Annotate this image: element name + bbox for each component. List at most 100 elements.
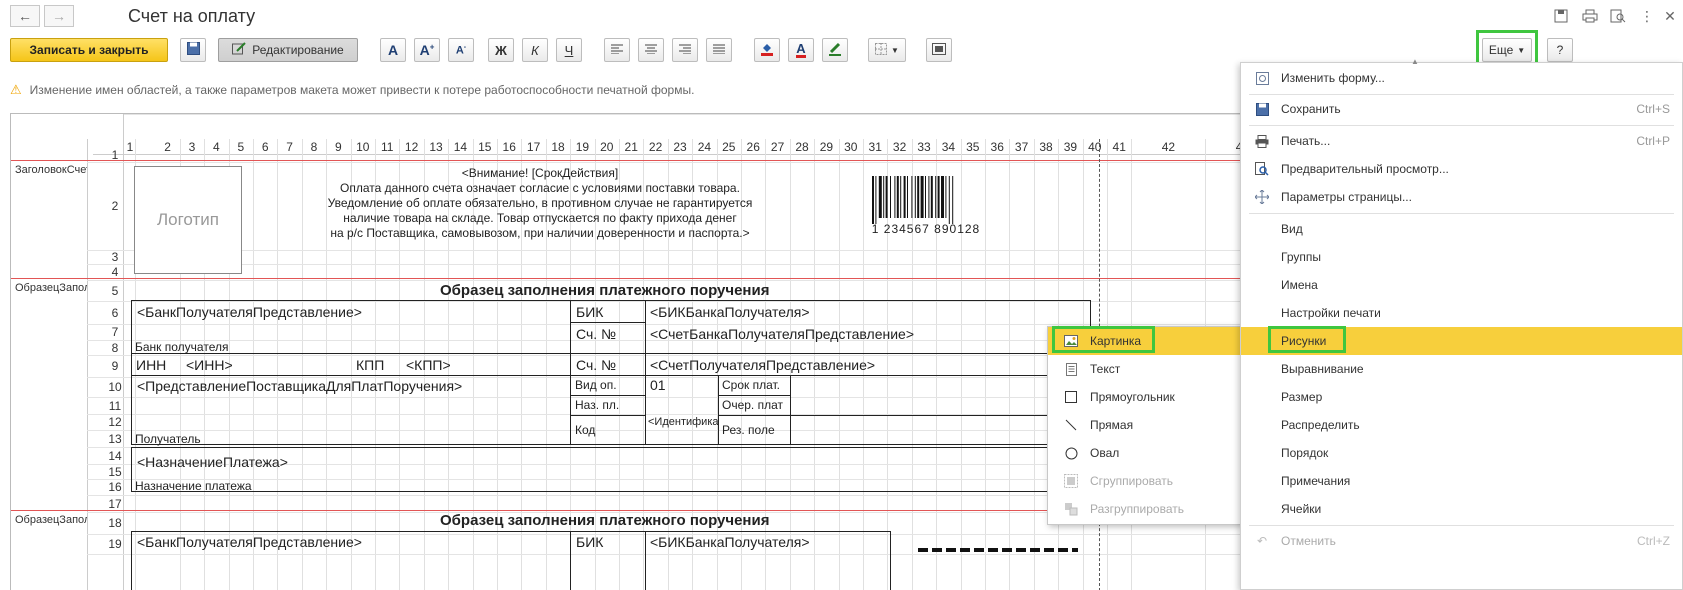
recipient-acc-label-cell[interactable]: Сч. №: [576, 357, 616, 373]
menu-item-order[interactable]: Порядок: [1241, 439, 1682, 467]
bank-acc-label-cell[interactable]: Сч. №: [576, 326, 616, 342]
column-header-cell[interactable]: 23: [668, 140, 692, 154]
column-header-cell[interactable]: 6: [253, 140, 277, 154]
bank-acc-value-cell[interactable]: <СчетБанкаПолучателяПредставление>: [650, 326, 914, 342]
column-header-cell[interactable]: 31: [863, 140, 887, 154]
column-header-cell[interactable]: 9: [326, 140, 350, 154]
payment-notice[interactable]: <Внимание! [СрокДействия] Оплата данного…: [280, 166, 800, 241]
column-header-cell[interactable]: 41: [1107, 140, 1131, 154]
column-header-cell[interactable]: 5: [229, 140, 253, 154]
column-header-cell[interactable]: 4: [204, 140, 228, 154]
column-header-cell[interactable]: 8: [302, 140, 326, 154]
menu-item-view[interactable]: Вид: [1241, 215, 1682, 243]
menu-item-names[interactable]: Имена: [1241, 271, 1682, 299]
preview-icon[interactable]: [1608, 6, 1628, 26]
column-header-cell[interactable]: 29: [814, 140, 838, 154]
menu-item-alignment[interactable]: Выравнивание: [1241, 355, 1682, 383]
inn-value-cell[interactable]: <ИНН>: [186, 357, 233, 373]
align-center-button[interactable]: [638, 38, 664, 62]
italic-button[interactable]: К: [522, 38, 548, 62]
column-header-cell[interactable]: 33: [912, 140, 936, 154]
ident-cell[interactable]: <Идентифика: [648, 416, 719, 428]
column-header-cell[interactable]: 17: [521, 140, 545, 154]
column-header-cell[interactable]: 24: [692, 140, 716, 154]
supplier-repr-cell[interactable]: <ПредставлениеПоставщикаДляПлатПоручения…: [137, 378, 462, 394]
menu-item-edit-form[interactable]: Изменить форму...: [1241, 64, 1682, 92]
column-header-cell[interactable]: 7: [277, 140, 301, 154]
column-header-cell[interactable]: 30: [839, 140, 863, 154]
bank-repr-cell[interactable]: <БанкПолучателяПредставление>: [137, 304, 362, 320]
menu-item-preview[interactable]: Предварительный просмотр...: [1241, 155, 1682, 183]
submenu-item-ungroup[interactable]: Разгруппировать: [1048, 495, 1240, 523]
purpose-label-cell[interactable]: Назначение платежа: [135, 479, 252, 493]
menu-item-print[interactable]: Печать... Ctrl+P: [1241, 127, 1682, 155]
menu-item-print-settings[interactable]: Настройки печати: [1241, 299, 1682, 327]
rez-pole-cell[interactable]: Рез. поле: [722, 423, 775, 437]
column-header-cell[interactable]: 27: [765, 140, 789, 154]
bold-button[interactable]: Ж: [488, 38, 514, 62]
text-color-button[interactable]: A: [788, 38, 814, 62]
submenu-item-group[interactable]: Сгруппировать: [1048, 467, 1240, 495]
align-left-button[interactable]: [604, 38, 630, 62]
vid-op-cell[interactable]: Вид оп.: [575, 378, 617, 392]
font-increase-button[interactable]: A+: [414, 38, 440, 62]
row-header-cell[interactable]: 5: [89, 284, 141, 298]
submenu-item-rectangle[interactable]: Прямоугольник: [1048, 383, 1240, 411]
help-button[interactable]: ?: [1547, 38, 1573, 62]
menu-item-cells[interactable]: Ячейки: [1241, 495, 1682, 523]
kpp-value-cell[interactable]: <КПП>: [406, 357, 451, 373]
column-header-cell[interactable]: 25: [717, 140, 741, 154]
column-header-cell[interactable]: 37: [1009, 140, 1033, 154]
column-header-cell[interactable]: 18: [546, 140, 570, 154]
font-style-button[interactable]: A: [380, 38, 406, 62]
kpp-label-cell[interactable]: КПП: [356, 357, 384, 373]
forward-button[interactable]: →: [44, 5, 74, 27]
column-header-cell[interactable]: 32: [887, 140, 911, 154]
column-header-cell[interactable]: 28: [790, 140, 814, 154]
ocher-plat-cell[interactable]: Очер. плат: [722, 398, 783, 412]
menu-item-notes[interactable]: Примечания: [1241, 467, 1682, 495]
submenu-item-text[interactable]: Текст: [1048, 355, 1240, 383]
save-icon[interactable]: [1551, 6, 1571, 26]
column-header-cell[interactable]: 2: [155, 140, 179, 154]
borders-dropdown[interactable]: ▼: [868, 38, 906, 62]
column-header-cell[interactable]: 40: [1083, 140, 1107, 154]
column-header-cell[interactable]: 39: [1058, 140, 1082, 154]
column-header-cell[interactable]: 11: [375, 140, 399, 154]
align-justify-button[interactable]: [706, 38, 732, 62]
column-header-cell[interactable]: 34: [936, 140, 960, 154]
kod-cell[interactable]: Код: [575, 423, 595, 437]
underline-button[interactable]: Ч: [556, 38, 582, 62]
column-header-cell[interactable]: 15: [473, 140, 497, 154]
bank-repr-cell-2[interactable]: <БанкПолучателяПредставление>: [137, 534, 362, 550]
merge-cells-button[interactable]: [926, 38, 952, 62]
column-header-cell[interactable]: 12: [399, 140, 423, 154]
logo-placeholder[interactable]: Логотип: [134, 166, 242, 274]
column-header-cell[interactable]: 13: [424, 140, 448, 154]
bank-label-cell[interactable]: Банк получателя: [135, 340, 228, 354]
back-button[interactable]: ←: [10, 5, 40, 27]
column-header-cell[interactable]: 10: [351, 140, 375, 154]
barcode[interactable]: 1 234567 890128: [866, 176, 986, 236]
menu-item-distribute[interactable]: Распределить: [1241, 411, 1682, 439]
column-header-cell[interactable]: 26: [741, 140, 765, 154]
menu-item-groups[interactable]: Группы: [1241, 243, 1682, 271]
row-header-cell[interactable]: 18: [89, 516, 141, 530]
font-decrease-button[interactable]: A-: [448, 38, 474, 62]
bik-label-cell-2[interactable]: БИК: [576, 534, 603, 550]
srok-plat-cell[interactable]: Срок плат.: [722, 378, 780, 392]
menu-item-page-settings[interactable]: Параметры страницы...: [1241, 183, 1682, 211]
column-header-cell[interactable]: 35: [961, 140, 985, 154]
bik-label-cell[interactable]: БИК: [576, 304, 603, 320]
align-right-button[interactable]: [672, 38, 698, 62]
recipient-label-cell[interactable]: Получатель: [135, 432, 201, 446]
save-button[interactable]: [180, 38, 206, 62]
menu-item-size[interactable]: Размер: [1241, 383, 1682, 411]
column-header-cell[interactable]: 19: [570, 140, 594, 154]
column-header-cell[interactable]: 3: [180, 140, 204, 154]
highlight-button[interactable]: [822, 38, 848, 62]
column-header-cell[interactable]: 36: [985, 140, 1009, 154]
naz-pl-cell[interactable]: Наз. пл.: [575, 398, 619, 412]
fill-color-button[interactable]: [754, 38, 780, 62]
recipient-acc-value-cell[interactable]: <СчетПолучателяПредставление>: [650, 357, 875, 373]
